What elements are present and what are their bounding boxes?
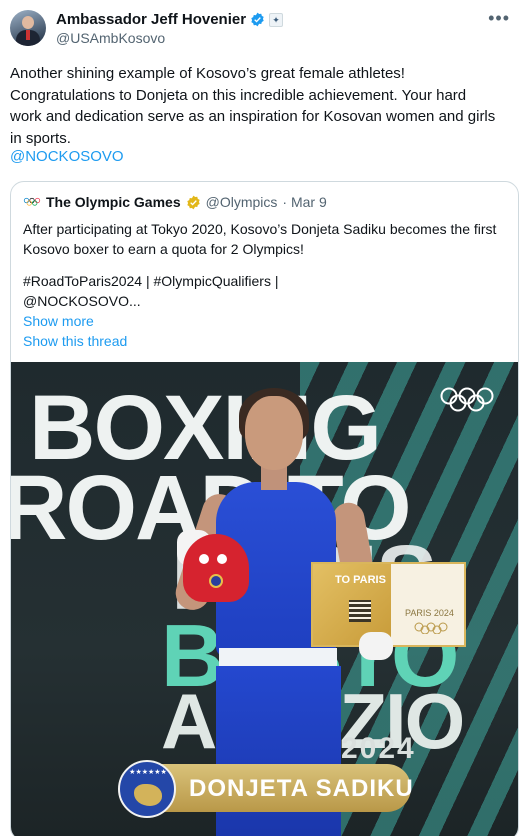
hand-wrap (359, 632, 393, 660)
tweet-line: work and dedication serve as an inspirat… (10, 108, 496, 125)
quoted-line: After participating at Tokyo 2020, Kosov… (23, 221, 497, 237)
olympic-rings-icon (440, 387, 494, 412)
tweet-line: Another shining example of Kosovo’s grea… (10, 65, 405, 82)
tweet-line: in sports. (10, 129, 71, 147)
mascot-eye (217, 554, 227, 564)
athlete-face (245, 396, 303, 470)
quoted-author-handle[interactable]: @Olympics (206, 194, 278, 210)
quoted-hashtags[interactable]: #RoadToParis2024 | #OlympicQualifiers | (23, 271, 513, 291)
show-more-link[interactable]: Show more (23, 311, 513, 331)
verified-org-badge-icon (186, 195, 200, 209)
author-name-row: Ambassador Jeff Hovenier ✦ (56, 11, 284, 28)
mascot-eye (199, 554, 209, 564)
verified-badge-icon (251, 12, 264, 27)
mention-link[interactable]: @NOCKOSOVO (10, 148, 124, 165)
quoted-header: The Olympic Games @Olympics · Mar 9 (23, 194, 327, 210)
show-thread-link[interactable]: Show this thread (23, 331, 513, 351)
avatar-tie (26, 30, 30, 40)
quoted-line: Kosovo boxer to earn a quota for 2 Olymp… (23, 241, 304, 257)
athlete-waistband (219, 648, 337, 668)
name-banner: DONJETA SADIKU (139, 764, 414, 812)
backdrop-year: 2024 (341, 732, 416, 765)
quoted-date[interactable]: · Mar 9 (282, 194, 326, 210)
certificate-subtitle: PARIS 2024 (405, 608, 454, 618)
author-name[interactable]: Ambassador Jeff Hovenier (56, 11, 246, 28)
avatar-face (22, 16, 34, 29)
kosovo-flag-icon: ★★★★★★ (118, 760, 176, 818)
certificate-title: TO PARIS (335, 574, 386, 586)
athlete-name: DONJETA SADIKU (189, 775, 414, 802)
tweet-line: Congratulations to Donjeta on this incre… (10, 86, 467, 104)
more-options-icon[interactable]: ••• (488, 8, 510, 29)
quoted-hashtags[interactable]: @NOCKOSOVO... (23, 291, 513, 311)
author-handle[interactable]: @USAmbKosovo (56, 30, 165, 46)
olympic-rings-icon (414, 622, 448, 634)
mascot-toy (183, 534, 249, 602)
government-affiliation-icon: ✦ (269, 12, 284, 27)
tweet-text: Another shining example of Kosovo’s grea… (10, 63, 515, 149)
avatar[interactable] (10, 10, 46, 46)
olympic-rings-icon (23, 197, 41, 206)
quoted-body: After participating at Tokyo 2020, Kosov… (23, 219, 513, 351)
tweet-photo[interactable]: BOXING ROAD TO PARIS BUSTO ARSIZIO 2024 (11, 362, 518, 836)
mascot-medal (209, 574, 223, 588)
kosovo-map-shape (134, 784, 162, 806)
flag-stars: ★★★★★★ (129, 769, 167, 776)
quoted-tweet[interactable]: The Olympic Games @Olympics · Mar 9 Afte… (10, 181, 519, 836)
quoted-author-name[interactable]: The Olympic Games (46, 194, 181, 210)
tweet-header: Ambassador Jeff Hovenier ✦ @USAmbKosovo … (10, 8, 510, 48)
qr-code-icon (349, 600, 371, 622)
